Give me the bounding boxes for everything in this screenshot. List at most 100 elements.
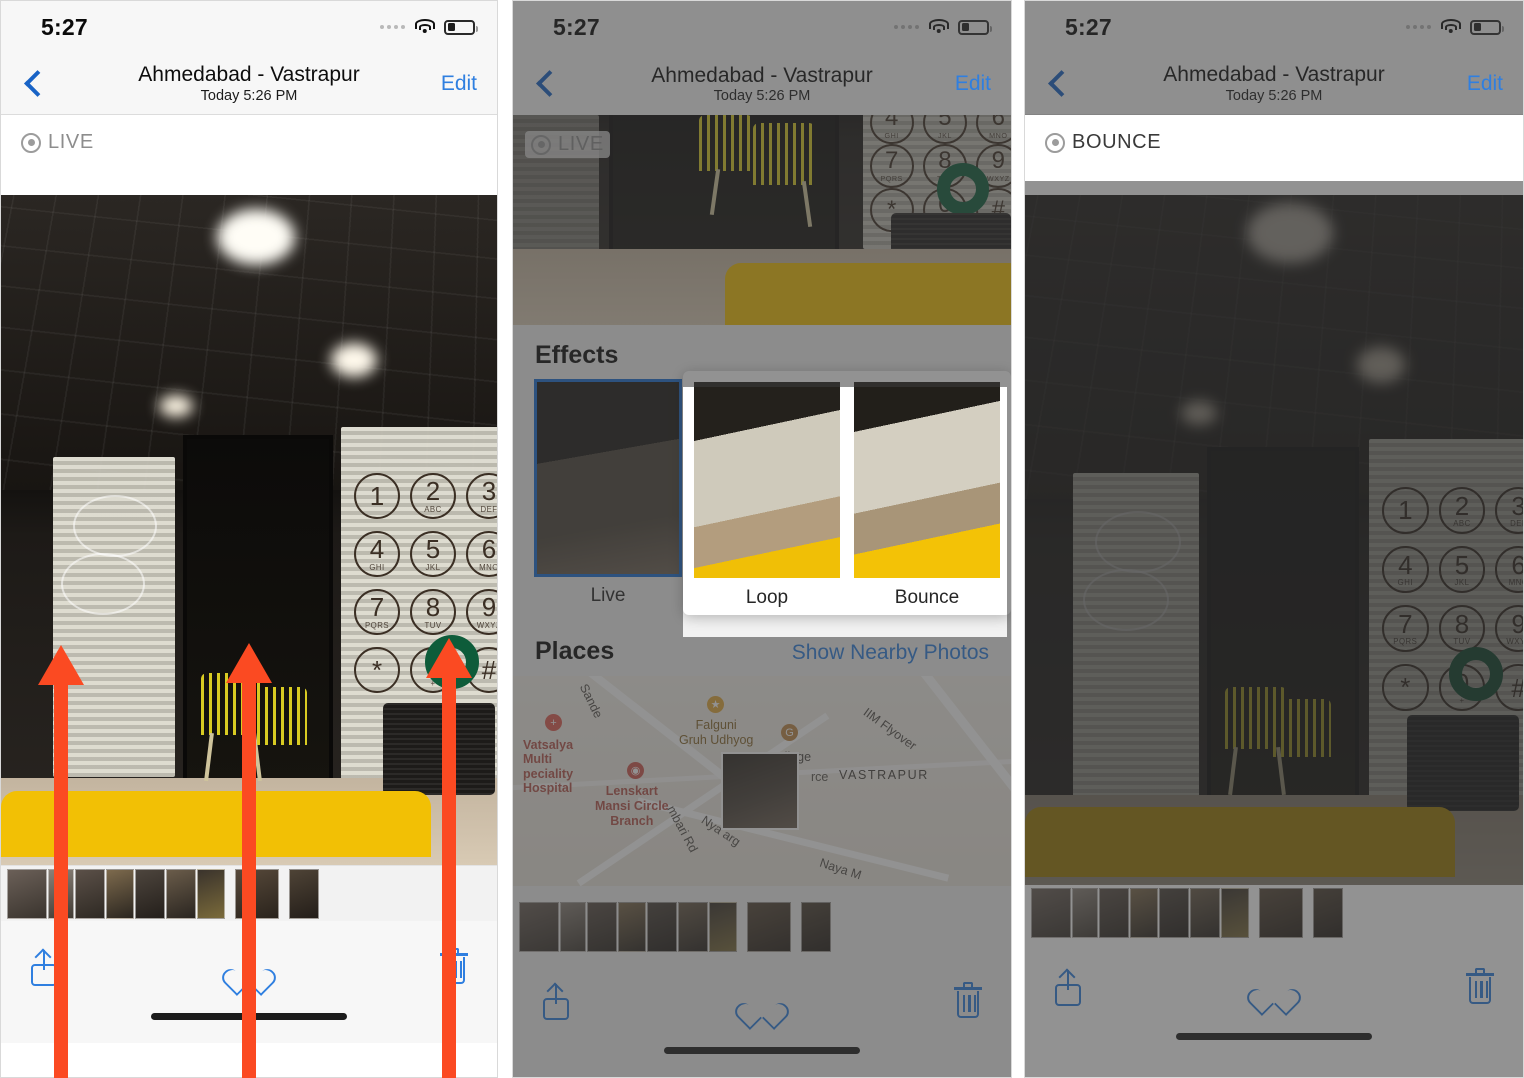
back-chevron-icon[interactable] <box>21 71 47 97</box>
filmstrip-thumb[interactable] <box>647 902 677 952</box>
photo-main[interactable]: 12ABC3DEF4GHI5JKL6MNO7PQRS8TUV9WXYZ*0+# <box>1 195 497 865</box>
map-label-hospital: Vatsalya Multi peciality Hospital <box>523 738 574 796</box>
filmstrip-thumb[interactable] <box>1313 888 1343 938</box>
share-icon[interactable] <box>539 982 573 1020</box>
places-title: Places <box>535 637 615 665</box>
filmstrip-thumb[interactable] <box>235 868 279 919</box>
keypad-graphic: 12ABC3DEF4GHI5JKL6MNO7PQRS8TUV9WXYZ*0+# <box>865 115 1011 232</box>
filmstrip-thumb[interactable] <box>1159 888 1189 938</box>
dark-sofa <box>1407 715 1519 811</box>
yellow-chair <box>699 115 753 171</box>
page-subtitle: Today 5:26 PM <box>200 87 298 104</box>
filmstrip-thumb[interactable] <box>48 868 74 919</box>
share-icon[interactable] <box>27 948 61 986</box>
effect-option-bounce[interactable]: Bounce <box>854 382 1000 609</box>
status-bar: 5:27 <box>513 1 1011 53</box>
keypad-key: * <box>349 641 405 699</box>
battery-icon <box>444 19 478 35</box>
live-badge[interactable]: LIVE <box>15 129 100 156</box>
wifi-icon <box>414 19 435 35</box>
effect-option-live[interactable]: Live <box>534 379 682 607</box>
photo-main[interactable]: 12ABC3DEF4GHI5JKL6MNO7PQRS8TUV9WXYZ*0+# <box>1025 195 1523 885</box>
nav-title-block: Ahmedabad - Vastrapur Today 5:26 PM <box>513 64 1011 105</box>
filmstrip-thumb[interactable] <box>1130 888 1158 938</box>
filmstrip-thumb[interactable] <box>1031 888 1071 938</box>
effect-label: Live <box>590 585 626 606</box>
effect-thumb <box>694 382 840 578</box>
filmstrip-thumb[interactable] <box>560 902 586 952</box>
edit-button[interactable]: Edit <box>1467 72 1503 96</box>
map-pin-falguni[interactable]: ★ <box>707 696 724 713</box>
nav-title-block: Ahmedabad - Vastrapur Today 5:26 PM <box>1 63 497 104</box>
map-pin-hospital[interactable]: + <box>545 714 562 731</box>
map-photo-pin[interactable] <box>721 752 799 830</box>
filmstrip-thumb[interactable] <box>106 868 134 919</box>
heart-icon[interactable] <box>731 985 793 1031</box>
live-badge[interactable]: LIVE <box>525 131 610 158</box>
trash-icon[interactable] <box>437 948 471 986</box>
edit-button[interactable]: Edit <box>955 72 991 96</box>
photo-preview[interactable]: 12ABC3DEF4GHI5JKL6MNO7PQRS8TUV9WXYZ*0+# … <box>513 115 1011 325</box>
yellow-bench <box>725 263 1011 325</box>
filmstrip-thumb[interactable] <box>678 902 708 952</box>
map-pin-college[interactable]: G <box>781 724 798 741</box>
show-nearby-photos-button[interactable]: Show Nearby Photos <box>792 641 989 665</box>
yellow-chair <box>249 687 307 745</box>
trash-icon[interactable] <box>1463 968 1497 1006</box>
filmstrip-thumb[interactable] <box>587 902 617 952</box>
filmstrip-thumb[interactable] <box>709 902 737 952</box>
status-icons <box>894 19 992 35</box>
bounce-badge[interactable]: BOUNCE <box>1039 129 1167 156</box>
filmstrip-thumb[interactable] <box>7 868 47 919</box>
places-map[interactable]: + Vatsalya Multi peciality Hospital ◉ Lensk… <box>513 676 1011 886</box>
filmstrip-thumb[interactable] <box>747 902 791 952</box>
keypad-key: 9WXYZ <box>1490 599 1523 658</box>
photo-filmstrip[interactable] <box>513 899 1011 955</box>
filmstrip-thumb[interactable] <box>1221 888 1249 938</box>
filmstrip-thumb[interactable] <box>618 902 646 952</box>
filmstrip-thumb[interactable] <box>1259 888 1303 938</box>
filmstrip-thumb[interactable] <box>1072 888 1098 938</box>
keypad-key: 9WXYZ <box>461 583 497 641</box>
wifi-icon <box>928 19 949 35</box>
cellular-signal-icon <box>380 25 405 29</box>
back-chevron-icon[interactable] <box>1045 71 1071 97</box>
photo-filmstrip[interactable] <box>1025 885 1523 941</box>
filmstrip-thumb[interactable] <box>75 868 105 919</box>
effects-highlight-card[interactable]: Loop Bounce <box>683 371 1011 615</box>
map-label-vastrapur: VASTRAPUR <box>839 768 929 782</box>
filmstrip-thumb[interactable] <box>801 902 831 952</box>
ceiling-lamp <box>159 395 193 417</box>
effect-thumb <box>854 382 1000 578</box>
effect-label: Loop <box>745 587 789 608</box>
filmstrip-thumb[interactable] <box>519 902 559 952</box>
share-icon[interactable] <box>1051 968 1085 1006</box>
edit-button[interactable]: Edit <box>441 72 477 96</box>
keypad-key: 2 ABC <box>405 467 461 525</box>
status-bar: 5:27 <box>1025 1 1523 53</box>
filmstrip-thumb[interactable] <box>289 868 319 919</box>
map-label-sande: Sande <box>576 681 606 721</box>
nav-title-block: Ahmedabad - Vastrapur Today 5:26 PM <box>1025 63 1523 104</box>
keypad-key: * <box>1377 658 1434 717</box>
yellow-chair <box>1273 699 1331 757</box>
map-pin-lenskart[interactable]: ◉ <box>627 762 644 779</box>
filmstrip-thumb[interactable] <box>1099 888 1129 938</box>
heart-icon[interactable] <box>218 951 280 997</box>
effect-option-loop[interactable]: Loop <box>694 382 840 609</box>
back-chevron-icon[interactable] <box>533 71 559 97</box>
status-time: 5:27 <box>553 13 600 40</box>
heart-icon[interactable] <box>1243 971 1305 1017</box>
home-indicator <box>1025 1033 1523 1063</box>
filmstrip-thumb[interactable] <box>135 868 165 919</box>
photo-filmstrip[interactable] <box>1 865 497 921</box>
filmstrip-thumb[interactable] <box>197 868 225 919</box>
places-section-header: Places Show Nearby Photos <box>513 615 1011 676</box>
filmstrip-thumb[interactable] <box>1190 888 1220 938</box>
home-indicator <box>1 1013 497 1043</box>
green-ring-decor <box>1449 647 1503 701</box>
trash-icon[interactable] <box>951 982 985 1020</box>
battery-icon <box>1470 19 1504 35</box>
filmstrip-thumb[interactable] <box>166 868 196 919</box>
panel-live-view: 5:27 Ahmedabad - Vastrapur Today 5:26 PM… <box>0 0 498 1078</box>
